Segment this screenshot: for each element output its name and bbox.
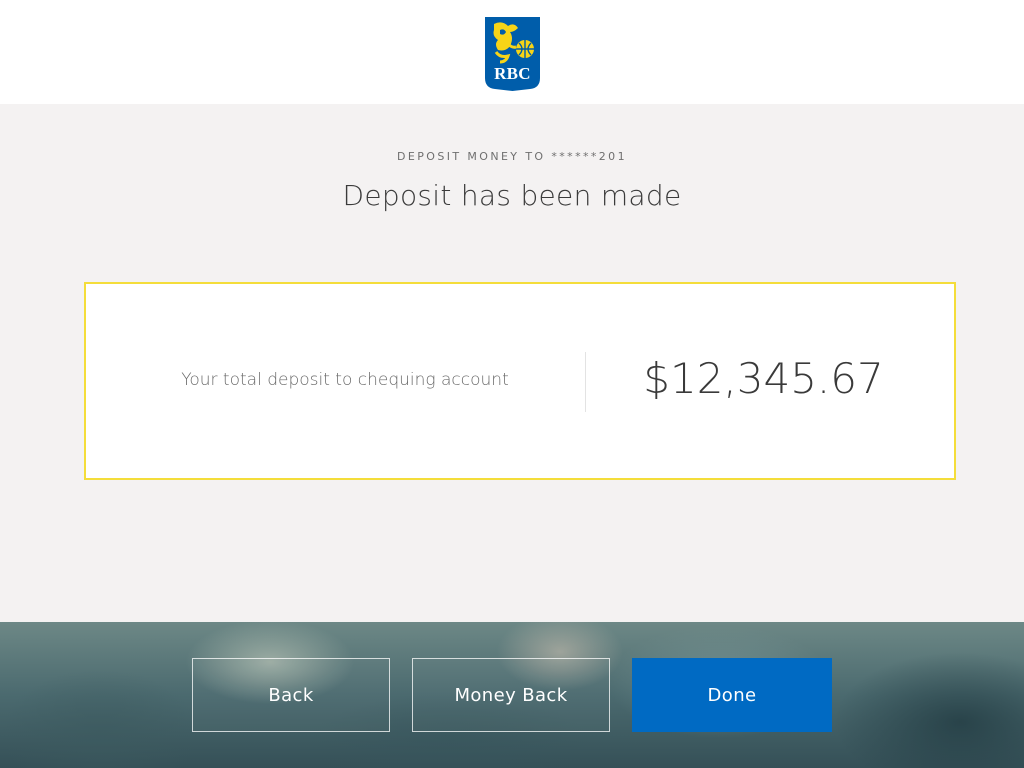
done-button[interactable]: Done [632, 658, 832, 732]
deposit-amount: $12,345.67 [643, 354, 884, 403]
atm-screen: RBC DEPOSIT MONEY TO ******201 Deposit h… [0, 0, 1024, 768]
deposit-summary-card: Your total deposit to chequing account $… [84, 282, 956, 480]
deposit-summary-label: Your total deposit to chequing account [181, 370, 509, 390]
logo-text: RBC [494, 64, 531, 83]
header-bar: RBC [0, 0, 1024, 104]
rbc-logo: RBC [484, 16, 541, 91]
page-title: Deposit has been made [342, 179, 682, 212]
account-eyebrow: DEPOSIT MONEY TO ******201 [397, 150, 627, 163]
back-button[interactable]: Back [192, 658, 390, 732]
money-back-button[interactable]: Money Back [412, 658, 610, 732]
action-footer: Back Money Back Done [0, 622, 1024, 768]
